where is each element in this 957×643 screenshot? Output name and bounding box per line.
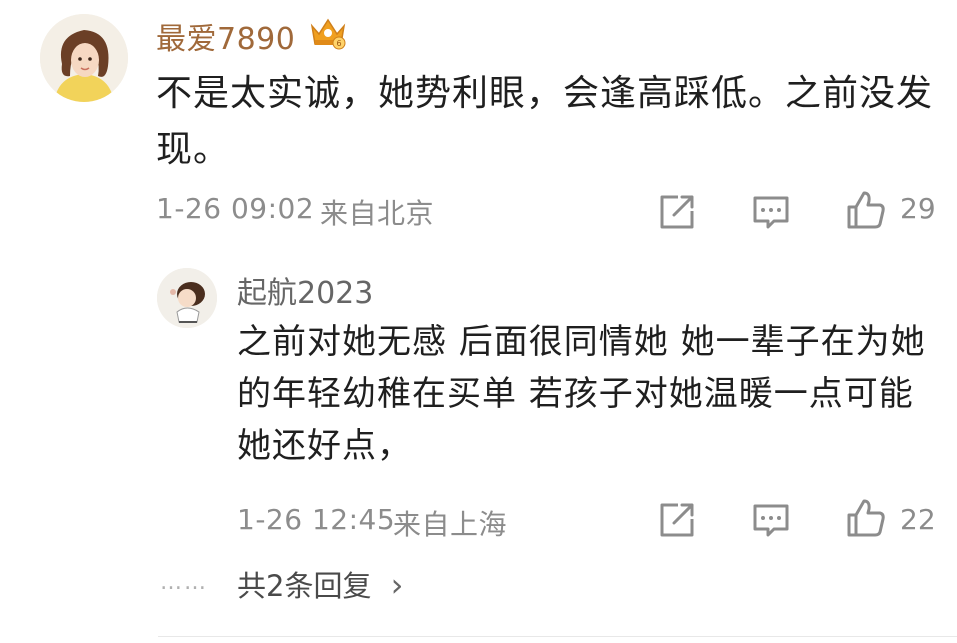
reply-share-icon[interactable] (656, 499, 698, 541)
comment-location: 来自北京 (320, 197, 435, 230)
reply-avatar[interactable] (157, 268, 217, 328)
svg-text:6: 6 (336, 39, 341, 48)
crown-vip-icon[interactable]: 6 (309, 14, 347, 50)
reply-location: 来自上海 (393, 508, 508, 541)
reply-text: 之前对她无感 后面很同情她 她一辈子在为她的年轻幼稚在买单 若孩子对她温暖一点可… (237, 322, 926, 466)
username[interactable]: 最爱7890 (156, 14, 295, 58)
divider (158, 636, 957, 637)
comment-time: 1-26 09:02 (156, 192, 315, 225)
reply-username[interactable]: 起航2023 (237, 268, 373, 312)
like-icon[interactable] (845, 189, 887, 231)
reply-time: 1-26 12:45 (237, 503, 396, 536)
reply-comment-icon[interactable] (750, 499, 792, 541)
share-icon[interactable] (656, 191, 698, 233)
more-replies-link[interactable]: 共2条回复 › (237, 563, 403, 605)
comment-text: 不是太实诚，她势利眼，会逢高踩低。之前没发现。 (156, 73, 934, 170)
reply-like-icon[interactable] (845, 497, 887, 539)
reply-like-count: 22 (900, 503, 936, 536)
more-dots: …… (160, 570, 208, 595)
like-count: 29 (900, 192, 936, 225)
comment-icon[interactable] (750, 191, 792, 233)
more-replies-label: 共2条回复 (237, 569, 372, 603)
chevron-right-icon: › (390, 566, 404, 604)
avatar[interactable] (40, 14, 128, 102)
